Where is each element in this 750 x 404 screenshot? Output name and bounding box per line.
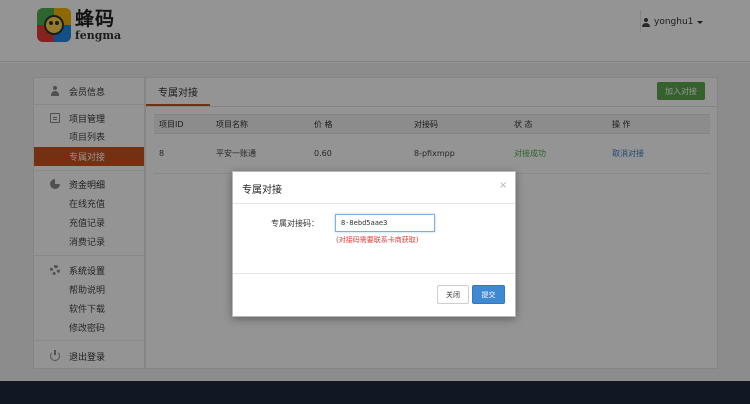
modal-footer-divider [233,273,515,274]
close-button[interactable]: 关闭 [437,285,469,304]
code-field-label: 专属对接码： [271,219,319,228]
submit-button[interactable]: 提交 [472,285,505,304]
code-hint: (对接码需要联系卡商获取) [336,236,419,244]
dedicated-code-input[interactable] [335,214,435,232]
dedicated-modal: 专属对接 × 专属对接码： (对接码需要联系卡商获取) 关闭 提交 [232,171,516,317]
modal-header-divider [233,203,515,204]
modal-title: 专属对接 [242,185,282,196]
close-icon[interactable]: × [499,180,507,191]
